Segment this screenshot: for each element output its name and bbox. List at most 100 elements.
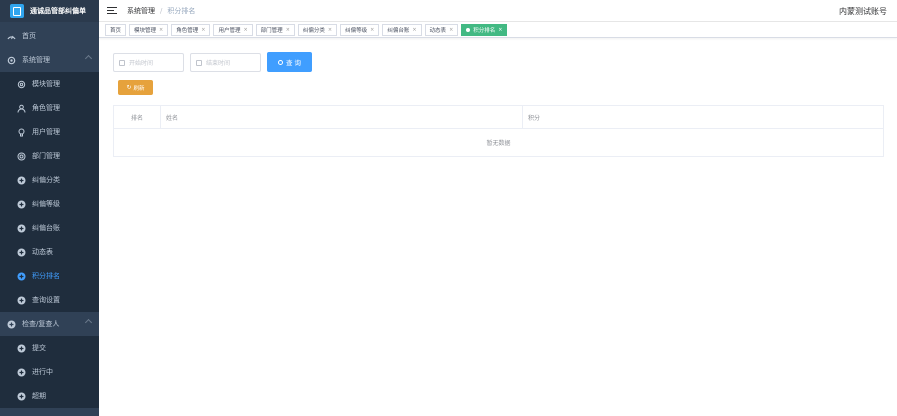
sidebar-item-inspector[interactable]: 检查/复查人 bbox=[0, 312, 99, 336]
sidebar-item-label: 用户管理 bbox=[32, 128, 60, 136]
target-icon bbox=[17, 152, 26, 161]
sidebar-item-label: 部门管理 bbox=[32, 152, 60, 160]
sidebar-item-system[interactable]: 系统管理 bbox=[0, 48, 99, 72]
tags-view: 首页 模块管理 × 角色管理 × 用户管理 × 部门管理 × 纠偏分类 × 纠偏等级 × 纠… bbox=[99, 22, 897, 38]
search-icon bbox=[277, 59, 283, 65]
sidebar-item-label: 超期 bbox=[32, 392, 46, 400]
calendar-icon bbox=[119, 59, 125, 66]
plus-circle-icon bbox=[17, 392, 26, 401]
tag-label: 纠偏等级 bbox=[345, 27, 368, 34]
end-date-placeholder: 结束时间 bbox=[206, 60, 231, 67]
ranking-table: 排名 姓名 积分 暂无数据 bbox=[113, 105, 884, 157]
search-button[interactable]: 查 询 bbox=[267, 52, 312, 72]
sidebar-item-label: 模块管理 bbox=[32, 80, 60, 88]
main-content: 开始时间 结束时间 查 询 ↻ 刷新 排名 姓名 积分 暂无数据 bbox=[99, 38, 897, 416]
sidebar-item-label: 纠偏分类 bbox=[32, 176, 60, 184]
tag-label: 首页 bbox=[110, 27, 122, 34]
close-icon[interactable]: × bbox=[201, 27, 205, 33]
plus-circle-icon bbox=[17, 344, 26, 353]
sidebar-item-in-progress[interactable]: 进行中 bbox=[0, 360, 99, 384]
breadcrumb: 系统管理 / 积分排名 bbox=[127, 6, 196, 16]
tag-label: 积分排名 bbox=[473, 27, 496, 34]
column-header-rank[interactable]: 排名 bbox=[114, 106, 161, 129]
calendar-icon bbox=[196, 59, 202, 66]
tag-label: 动态表 bbox=[429, 27, 447, 34]
tag-role[interactable]: 角色管理 × bbox=[171, 23, 211, 36]
plus-circle-icon bbox=[17, 224, 26, 233]
sidebar-item-overdue[interactable]: 超期 bbox=[0, 384, 99, 408]
close-icon[interactable]: × bbox=[159, 27, 163, 33]
sidebar-item-label: 系统管理 bbox=[22, 56, 50, 64]
column-header-name[interactable]: 姓名 bbox=[161, 106, 523, 129]
refresh-button-label: 刷新 bbox=[133, 85, 145, 92]
sidebar-item-label: 纠偏台账 bbox=[32, 224, 60, 232]
close-icon[interactable]: × bbox=[286, 27, 290, 33]
tag-correction-level[interactable]: 纠偏等级 × bbox=[340, 23, 380, 36]
plus-circle-icon bbox=[17, 368, 26, 377]
sidebar-item-query-settings[interactable]: 查询设置 bbox=[0, 288, 99, 312]
sidebar: 通诚品管部纠偏单 首页 系统管理 模块管理 角色管理 用户管理 部门管理 纠偏分… bbox=[0, 0, 99, 416]
tag-module[interactable]: 模块管理 × bbox=[129, 23, 169, 36]
close-icon[interactable]: × bbox=[328, 27, 332, 33]
sidebar-item-role[interactable]: 角色管理 bbox=[0, 96, 99, 120]
column-header-points[interactable]: 积分 bbox=[523, 106, 883, 129]
sidebar-item-label: 纠偏等级 bbox=[32, 200, 60, 208]
app-title: 通诚品管部纠偏单 bbox=[30, 7, 86, 15]
plus-circle-icon bbox=[17, 296, 26, 305]
sidebar-item-label: 进行中 bbox=[32, 368, 53, 376]
sidebar-item-correction-level[interactable]: 纠偏等级 bbox=[0, 192, 99, 216]
start-date-input[interactable]: 开始时间 bbox=[113, 53, 184, 72]
sidebar-item-label: 积分排名 bbox=[32, 272, 60, 280]
sidebar-item-label: 首页 bbox=[22, 32, 36, 40]
sidebar-item-dynamic-table[interactable]: 动态表 bbox=[0, 240, 99, 264]
sidebar-item-label: 提交 bbox=[32, 344, 46, 352]
sidebar-item-submit[interactable]: 提交 bbox=[0, 336, 99, 360]
close-icon[interactable]: × bbox=[412, 27, 416, 33]
plus-circle-icon bbox=[17, 176, 26, 185]
sidebar-item-department[interactable]: 部门管理 bbox=[0, 144, 99, 168]
lightbulb-icon bbox=[17, 128, 26, 137]
breadcrumb-item[interactable]: 系统管理 bbox=[127, 6, 155, 16]
tag-points-ranking[interactable]: 积分排名 × bbox=[461, 23, 508, 36]
sidebar-item-label: 角色管理 bbox=[32, 104, 60, 112]
tag-label: 纠偏分类 bbox=[302, 27, 325, 34]
tag-correction-ledger[interactable]: 纠偏台账 × bbox=[382, 23, 422, 36]
tag-department[interactable]: 部门管理 × bbox=[255, 23, 295, 36]
tag-user[interactable]: 用户管理 × bbox=[213, 23, 253, 36]
refresh-button[interactable]: ↻ 刷新 bbox=[118, 80, 153, 95]
end-date-input[interactable]: 结束时间 bbox=[190, 53, 261, 72]
gear-icon bbox=[17, 80, 26, 89]
account-name[interactable]: 内蒙测试账号 bbox=[839, 6, 887, 17]
navbar: 系统管理 / 积分排名 内蒙测试账号 bbox=[99, 0, 897, 22]
plus-circle-icon bbox=[7, 320, 16, 329]
tag-label: 纠偏台账 bbox=[387, 27, 410, 34]
tag-correction-category[interactable]: 纠偏分类 × bbox=[297, 23, 338, 36]
sidebar-item-user[interactable]: 用户管理 bbox=[0, 120, 99, 144]
plus-circle-icon bbox=[17, 200, 26, 209]
close-icon[interactable]: × bbox=[498, 27, 502, 33]
tag-dynamic-table[interactable]: 动态表 × bbox=[424, 23, 459, 36]
refresh-icon: ↻ bbox=[126, 84, 132, 91]
sidebar-item-correction-category[interactable]: 纠偏分类 bbox=[0, 168, 99, 192]
sidebar-item-home[interactable]: 首页 bbox=[0, 24, 99, 48]
close-icon[interactable]: × bbox=[449, 27, 453, 33]
tag-label: 角色管理 bbox=[176, 27, 199, 34]
close-icon[interactable]: × bbox=[243, 27, 247, 33]
sidebar-item-correction-ledger[interactable]: 纠偏台账 bbox=[0, 216, 99, 240]
dashboard-icon bbox=[7, 32, 16, 41]
sidebar-item-module[interactable]: 模块管理 bbox=[0, 72, 99, 96]
active-dot-icon bbox=[466, 27, 471, 32]
breadcrumb-current: 积分排名 bbox=[167, 6, 196, 15]
tag-home[interactable]: 首页 bbox=[105, 23, 127, 36]
hamburger-icon[interactable] bbox=[107, 6, 117, 15]
tag-label: 模块管理 bbox=[134, 27, 157, 34]
close-icon[interactable]: × bbox=[370, 27, 374, 33]
sidebar-item-label: 检查/复查人 bbox=[22, 320, 60, 328]
empty-text: 暂无数据 bbox=[486, 140, 511, 147]
search-button-label: 查 询 bbox=[285, 59, 302, 67]
tag-label: 部门管理 bbox=[260, 27, 283, 34]
chevron-up-icon bbox=[84, 318, 93, 327]
sidebar-item-points-ranking[interactable]: 积分排名 bbox=[0, 264, 99, 288]
table-header: 排名 姓名 积分 bbox=[114, 106, 883, 129]
sidebar-item-label: 查询设置 bbox=[32, 296, 60, 304]
